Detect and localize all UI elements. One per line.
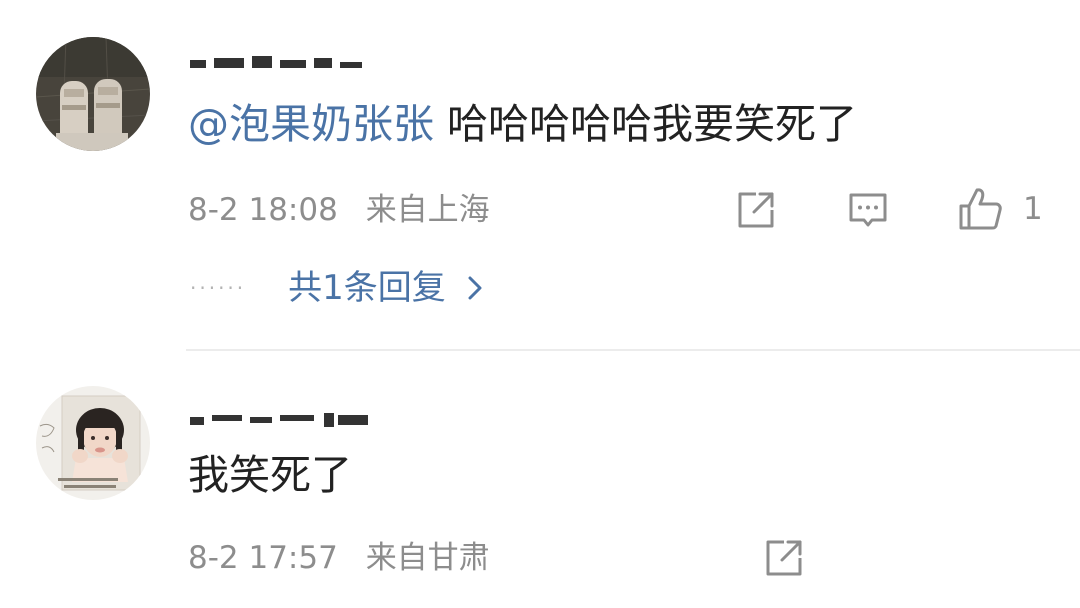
share-button[interactable] bbox=[734, 188, 778, 232]
comment-item: 我笑死了 8-2 17:57 来自甘肃 bbox=[0, 350, 1080, 608]
comment-text: 我笑死了 bbox=[188, 447, 352, 503]
share-button[interactable] bbox=[762, 536, 806, 580]
view-replies-link[interactable]: ······ 共1条回复 bbox=[190, 264, 482, 312]
share-icon bbox=[738, 192, 774, 228]
comment-meta: 8-2 18:08 来自上海 bbox=[188, 190, 490, 230]
comment-meta: 8-2 17:57 来自甘肃 bbox=[188, 538, 490, 578]
like-button[interactable]: 1 bbox=[957, 185, 1043, 233]
comment-text: @泡果奶张张 哈哈哈哈哈我要笑死了 bbox=[188, 96, 857, 152]
location: 来自上海 bbox=[365, 192, 490, 228]
comment-body: 哈哈哈哈哈我要笑死了 bbox=[447, 100, 858, 148]
comment-item: @泡果奶张张 哈哈哈哈哈我要笑死了 8-2 18:08 来自上海 1 ·····… bbox=[0, 0, 1080, 350]
more-dots-icon: ······ bbox=[190, 276, 247, 300]
comment-body: 我笑死了 bbox=[188, 451, 352, 499]
avatar[interactable] bbox=[36, 37, 150, 151]
comment-icon bbox=[849, 193, 887, 227]
thumbs-up-icon bbox=[959, 188, 1002, 230]
timestamp: 8-2 17:57 bbox=[188, 540, 338, 576]
like-count: 1 bbox=[1023, 191, 1043, 227]
reply-button[interactable] bbox=[846, 188, 890, 232]
share-icon bbox=[766, 540, 802, 576]
timestamp: 8-2 18:08 bbox=[188, 192, 338, 228]
replies-label: 共1条回复 bbox=[288, 268, 446, 308]
chevron-right-icon bbox=[468, 276, 482, 300]
username-obscured[interactable] bbox=[188, 40, 368, 70]
mention-link[interactable]: @泡果奶张张 bbox=[188, 100, 434, 148]
avatar[interactable] bbox=[36, 386, 150, 500]
username-obscured[interactable] bbox=[188, 405, 388, 435]
location: 来自甘肃 bbox=[365, 540, 490, 576]
